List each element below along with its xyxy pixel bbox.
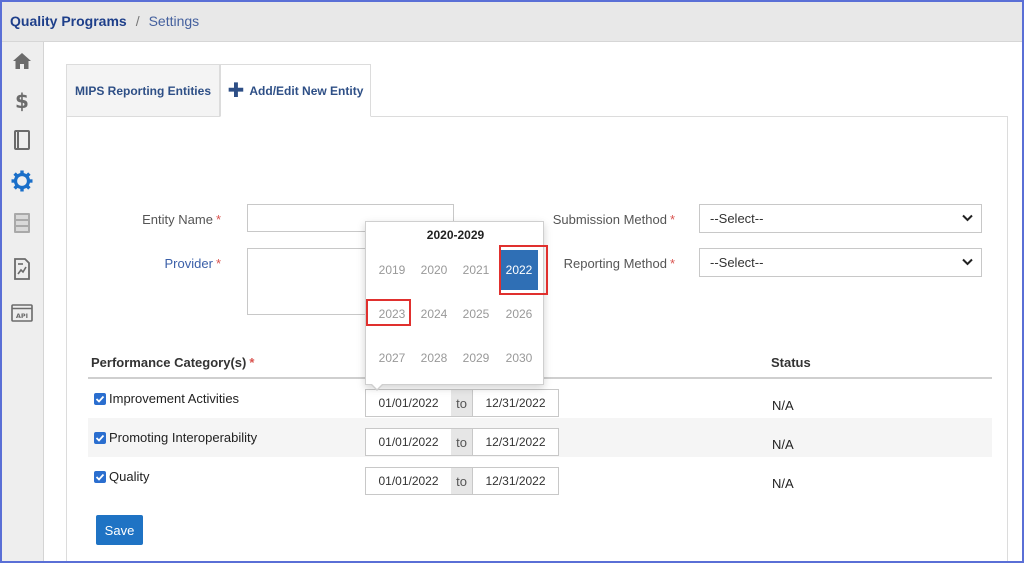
end-date-input[interactable]: 12/31/2022 bbox=[472, 389, 559, 417]
check-icon bbox=[95, 434, 105, 442]
to-separator: to bbox=[451, 389, 472, 417]
category-label: Quality bbox=[109, 469, 150, 484]
dollar-icon[interactable]: $ bbox=[11, 90, 33, 112]
tab-mips-reporting-entities[interactable]: MIPS Reporting Entities bbox=[66, 64, 220, 117]
server-icon[interactable] bbox=[11, 212, 33, 234]
entity-name-label: Entity Name * bbox=[142, 212, 221, 227]
chevron-down-icon bbox=[962, 214, 973, 222]
start-date-input[interactable]: 01/01/2022 bbox=[365, 428, 452, 456]
book-icon[interactable] bbox=[11, 129, 33, 151]
sidebar: $ API bbox=[0, 42, 44, 563]
highlight-2023-box bbox=[366, 299, 411, 326]
improvement-activities-checkbox[interactable] bbox=[94, 393, 106, 405]
start-date-input[interactable]: 01/01/2022 bbox=[365, 389, 452, 417]
year-option-2027[interactable]: 2027 bbox=[373, 338, 411, 378]
status-value: N/A bbox=[772, 476, 794, 491]
highlight-2022-box bbox=[499, 245, 548, 295]
check-icon bbox=[95, 473, 105, 481]
year-option-2024[interactable]: 2024 bbox=[415, 294, 453, 334]
category-label: Promoting Interoperability bbox=[109, 430, 258, 445]
check-icon bbox=[95, 395, 105, 403]
year-picker-title[interactable]: 2020-2029 bbox=[366, 228, 545, 242]
breadcrumb-separator: / bbox=[135, 12, 140, 29]
year-option-2029[interactable]: 2029 bbox=[457, 338, 495, 378]
chevron-down-icon bbox=[962, 258, 973, 266]
status-header: Status bbox=[771, 355, 811, 370]
api-icon[interactable]: API bbox=[11, 302, 33, 324]
year-option-2026[interactable]: 2026 bbox=[500, 294, 538, 334]
gear-icon[interactable] bbox=[11, 170, 33, 192]
promoting-interoperability-checkbox[interactable] bbox=[94, 432, 106, 444]
year-option-2021[interactable]: 2021 bbox=[457, 250, 495, 290]
breadcrumb-quality-programs[interactable]: Quality Programs bbox=[10, 13, 127, 29]
year-option-2019[interactable]: 2019 bbox=[373, 250, 411, 290]
reporting-method-value: --Select-- bbox=[710, 255, 764, 270]
year-option-2025[interactable]: 2025 bbox=[457, 294, 495, 334]
submission-method-select[interactable]: --Select-- bbox=[699, 204, 982, 233]
year-option-2020[interactable]: 2020 bbox=[415, 250, 453, 290]
plus-icon: ✚ bbox=[227, 79, 245, 102]
category-label: Improvement Activities bbox=[109, 391, 240, 406]
start-date-input[interactable]: 01/01/2022 bbox=[365, 467, 452, 495]
tab-mips-label: MIPS Reporting Entities bbox=[74, 83, 211, 98]
performance-category-header: Performance Category(s) * bbox=[91, 355, 255, 370]
home-icon[interactable] bbox=[11, 50, 33, 72]
save-button[interactable]: Save bbox=[96, 515, 143, 545]
breadcrumb: Quality Programs / Settings bbox=[0, 0, 1024, 42]
api-label: API bbox=[16, 312, 28, 320]
year-option-2028[interactable]: 2028 bbox=[415, 338, 453, 378]
report-icon[interactable] bbox=[11, 258, 33, 280]
tab-add-edit-entity[interactable]: ✚ Add/Edit New Entity bbox=[220, 64, 371, 117]
end-date-input[interactable]: 12/31/2022 bbox=[472, 428, 559, 456]
svg-text:$: $ bbox=[15, 90, 29, 112]
to-separator: to bbox=[451, 467, 472, 495]
status-value: N/A bbox=[772, 398, 794, 413]
year-option-2030[interactable]: 2030 bbox=[500, 338, 538, 378]
reporting-method-select[interactable]: --Select-- bbox=[699, 248, 982, 277]
quality-checkbox[interactable] bbox=[94, 471, 106, 483]
end-date-input[interactable]: 12/31/2022 bbox=[472, 467, 559, 495]
to-separator: to bbox=[451, 428, 472, 456]
year-picker-caret-inner bbox=[371, 383, 383, 389]
submission-method-value: --Select-- bbox=[710, 211, 764, 226]
tab-add-edit-label: Add/Edit New Entity bbox=[249, 83, 364, 98]
provider-label: Provider * bbox=[164, 256, 221, 271]
breadcrumb-settings: Settings bbox=[148, 12, 200, 29]
status-value: N/A bbox=[772, 437, 794, 452]
